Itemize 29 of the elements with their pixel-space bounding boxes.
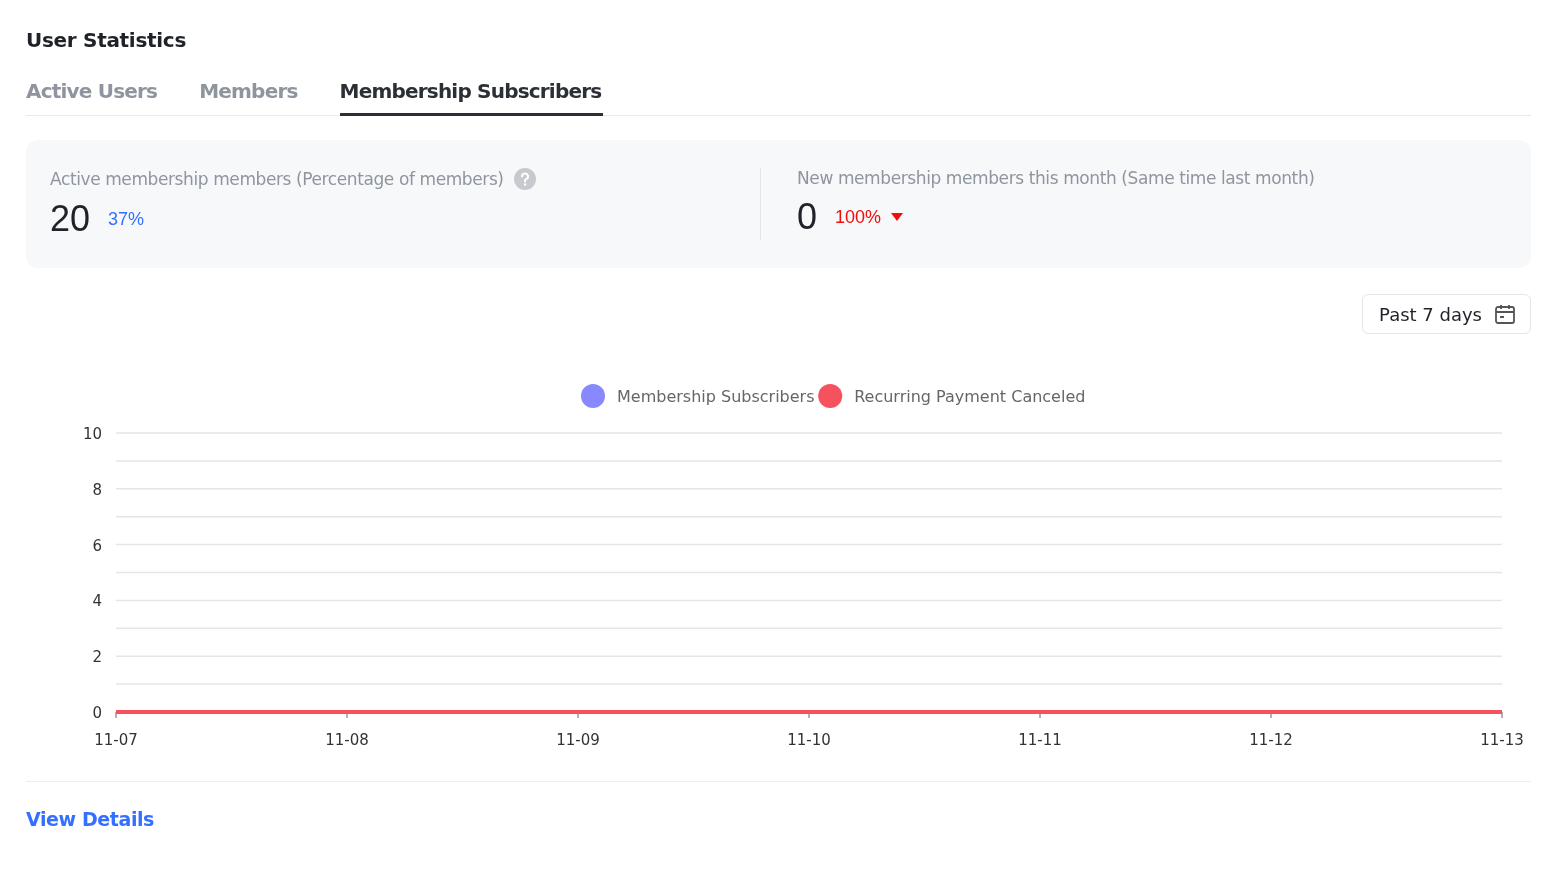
- view-details-link[interactable]: View Details: [26, 808, 155, 830]
- tab[interactable]: Membership Subscribers: [339, 79, 604, 116]
- tab[interactable]: Members: [199, 79, 300, 116]
- x-axis-label: 11-13: [1480, 731, 1524, 749]
- x-axis-label: 11-08: [325, 731, 369, 749]
- y-axis-label: 2: [92, 648, 102, 667]
- help-icon[interactable]: [513, 168, 536, 190]
- tab[interactable]: Active Users: [26, 79, 160, 116]
- stat-change: 100%: [835, 206, 882, 228]
- y-axis-label: 10: [82, 425, 102, 443]
- legend-label[interactable]: Recurring Payment Canceled: [854, 387, 1086, 406]
- x-axis-label: 11-09: [556, 731, 600, 749]
- stat-label: New membership members this month (Same time last month): [797, 168, 1315, 188]
- calendar-icon: [1494, 303, 1516, 325]
- y-axis-label: 0: [92, 704, 102, 722]
- y-axis-label: 8: [92, 480, 102, 499]
- x-axis-label: 11-07: [94, 731, 138, 749]
- stat-value: 0: [797, 196, 818, 238]
- legend-label[interactable]: Membership Subscribers: [617, 387, 815, 406]
- x-axis-label: 11-10: [787, 731, 831, 749]
- x-axis-label: 11-11: [1018, 731, 1062, 749]
- stat-change: 37%: [108, 208, 145, 230]
- y-axis-label: 4: [92, 592, 102, 611]
- page-title: User Statistics: [26, 27, 187, 54]
- date-range-button[interactable]: Past 7 days: [1362, 294, 1531, 334]
- y-axis-label: 6: [92, 536, 102, 555]
- x-axis-label: 11-12: [1249, 731, 1293, 749]
- stat-value: 20: [50, 198, 91, 240]
- stat-label: Active membership members (Percentage of members): [50, 169, 504, 189]
